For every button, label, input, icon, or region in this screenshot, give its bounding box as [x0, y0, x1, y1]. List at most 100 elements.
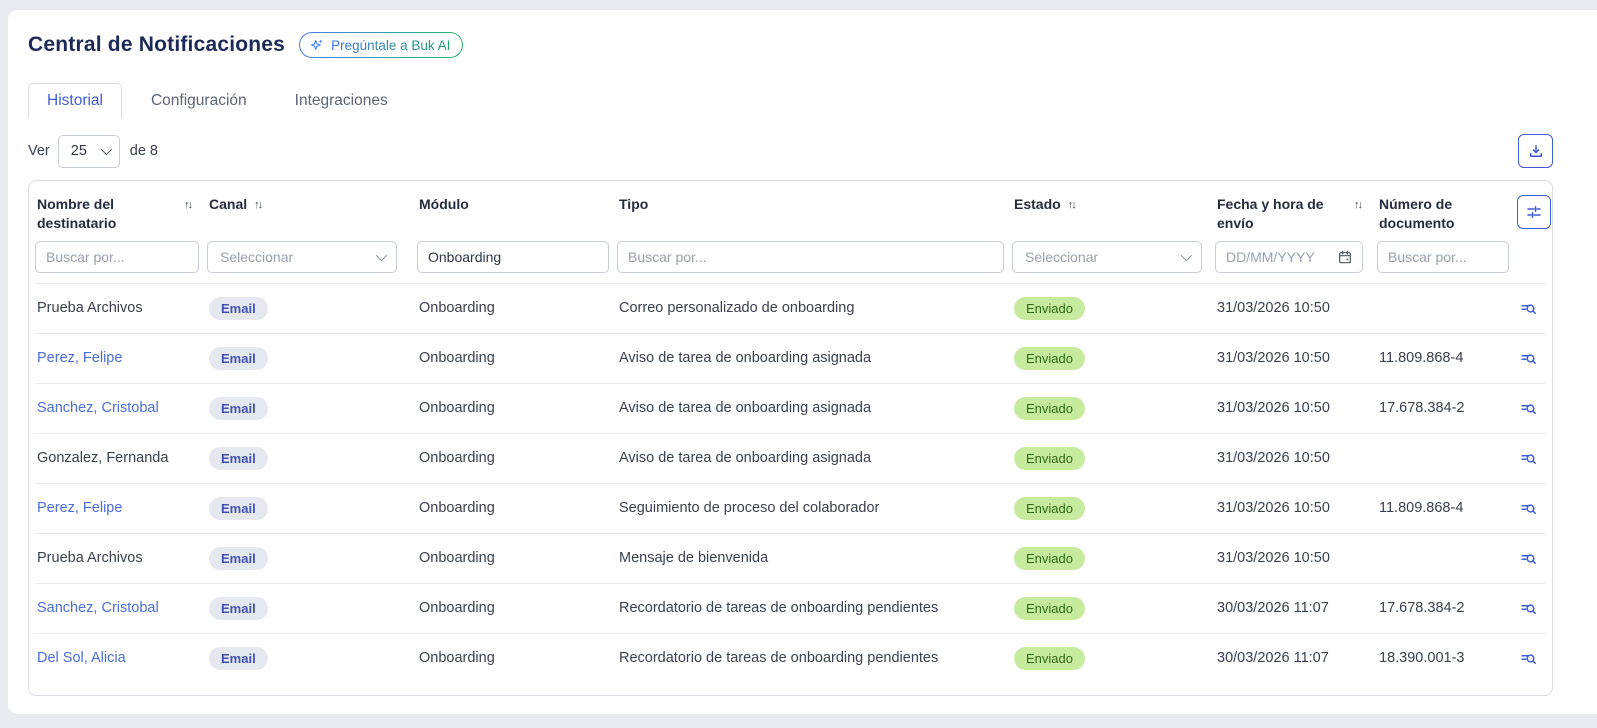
ask-buk-ai-label: Pregúntale a Buk AI [331, 38, 450, 53]
type-cell: Mensaje de bienvenida [617, 546, 1012, 570]
filter-module-input[interactable] [417, 241, 609, 273]
col-header-document: Número de documento [1377, 193, 1517, 233]
table-row: Perez, Felipe Email Onboarding Aviso de … [35, 333, 1546, 383]
status-badge: Enviado [1014, 447, 1085, 470]
filter-document-input[interactable] [1377, 241, 1509, 273]
col-header-datetime: Fecha y hora de envío ↑↓ [1215, 193, 1377, 233]
document-cell: 11.809.868-4 [1377, 346, 1517, 370]
table-body: Prueba Archivos Email Onboarding Correo … [35, 283, 1546, 683]
module-cell: Onboarding [417, 296, 617, 320]
table-row: Gonzalez, Fernanda Email Onboarding Avis… [35, 433, 1546, 483]
tab-integraciones[interactable]: Integraciones [276, 83, 407, 118]
recipient-name-link[interactable]: Del Sol, Alicia [37, 650, 126, 666]
tab-configuracion[interactable]: Configuración [132, 83, 266, 118]
table-filter-row: Seleccionar Seleccionar DD/MM/YYYY [35, 233, 1546, 283]
document-cell: 11.809.868-4 [1377, 496, 1517, 520]
channel-badge: Email [209, 297, 268, 320]
module-cell: Onboarding [417, 546, 617, 570]
status-badge: Enviado [1014, 297, 1085, 320]
channel-badge: Email [209, 547, 268, 570]
list-search-icon[interactable] [1519, 599, 1538, 618]
download-icon [1527, 142, 1545, 160]
status-badge: Enviado [1014, 597, 1085, 620]
channel-badge: Email [209, 647, 268, 670]
type-cell: Aviso de tarea de onboarding asignada [617, 346, 1012, 370]
page-size-value: 25 [71, 143, 87, 159]
filter-name-input[interactable] [35, 241, 199, 273]
module-cell: Onboarding [417, 396, 617, 420]
recipient-name-link[interactable]: Perez, Felipe [37, 350, 122, 366]
recipient-name-link[interactable]: Perez, Felipe [37, 500, 122, 516]
type-cell: Aviso de tarea de onboarding asignada [617, 396, 1012, 420]
channel-badge: Email [209, 397, 268, 420]
datetime-cell: 31/03/2026 10:50 [1215, 296, 1377, 320]
chevron-down-icon [1181, 250, 1192, 261]
table-row: Prueba Archivos Email Onboarding Mensaje… [35, 533, 1546, 583]
datetime-cell: 31/03/2026 10:50 [1215, 446, 1377, 470]
recipient-name-link[interactable]: Sanchez, Cristobal [37, 600, 159, 616]
datetime-cell: 31/03/2026 10:50 [1215, 546, 1377, 570]
module-cell: Onboarding [417, 346, 617, 370]
list-search-icon[interactable] [1519, 499, 1538, 518]
recipient-name-link[interactable]: Prueba Archivos [37, 300, 143, 316]
chevron-down-icon [101, 144, 112, 155]
page-title: Central de Notificaciones [28, 33, 285, 57]
channel-badge: Email [209, 447, 268, 470]
table-row: Prueba Archivos Email Onboarding Correo … [35, 283, 1546, 333]
total-count-label: de 8 [130, 143, 158, 159]
col-header-status: Estado ↑↓ [1012, 193, 1215, 214]
list-search-icon[interactable] [1519, 299, 1538, 318]
document-cell: 17.678.384-2 [1377, 396, 1517, 420]
type-cell: Seguimiento de proceso del colaborador [617, 496, 1012, 520]
list-search-icon[interactable] [1519, 399, 1538, 418]
type-cell: Recordatorio de tareas de onboarding pen… [617, 646, 1012, 670]
document-cell [1377, 554, 1517, 562]
module-cell: Onboarding [417, 646, 617, 670]
table-row: Sanchez, Cristobal Email Onboarding Avis… [35, 383, 1546, 433]
page-size-label: Ver [28, 143, 50, 159]
filter-status-select[interactable]: Seleccionar [1012, 241, 1202, 273]
module-cell: Onboarding [417, 446, 617, 470]
recipient-name-link[interactable]: Prueba Archivos [37, 550, 143, 566]
tab-bar: Historial Configuración Integraciones [28, 80, 1553, 118]
type-cell: Aviso de tarea de onboarding asignada [617, 446, 1012, 470]
column-settings-button[interactable] [1517, 195, 1551, 229]
filter-type-input[interactable] [617, 241, 1004, 273]
channel-badge: Email [209, 597, 268, 620]
filter-date-input[interactable]: DD/MM/YYYY [1215, 241, 1363, 273]
datetime-cell: 31/03/2026 10:50 [1215, 346, 1377, 370]
col-header-module: Módulo [417, 193, 617, 214]
toolbar: Ver 25 de 8 [28, 134, 1553, 168]
module-cell: Onboarding [417, 496, 617, 520]
col-header-channel: Canal ↑↓ [207, 193, 417, 214]
notification-center-card: Central de Notificaciones Pregúntale a B… [8, 10, 1597, 714]
list-search-icon[interactable] [1519, 649, 1538, 668]
channel-badge: Email [209, 347, 268, 370]
filter-channel-select[interactable]: Seleccionar [207, 241, 397, 273]
list-search-icon[interactable] [1519, 549, 1538, 568]
datetime-cell: 30/03/2026 11:07 [1215, 596, 1377, 620]
list-search-icon[interactable] [1519, 349, 1538, 368]
recipient-name-link[interactable]: Gonzalez, Fernanda [37, 450, 168, 466]
chevron-down-icon [376, 250, 387, 261]
datetime-cell: 31/03/2026 10:50 [1215, 396, 1377, 420]
page-size-select[interactable]: 25 [58, 135, 120, 168]
sort-arrows-icon[interactable]: ↑↓ [1354, 198, 1361, 213]
notifications-table: Nombre del destinatario ↑↓ Canal ↑↓ Módu… [28, 180, 1553, 696]
sliders-icon [1525, 203, 1543, 221]
list-search-icon[interactable] [1519, 449, 1538, 468]
sort-arrows-icon[interactable]: ↑↓ [184, 198, 191, 213]
status-badge: Enviado [1014, 347, 1085, 370]
ask-buk-ai-button[interactable]: Pregúntale a Buk AI [299, 32, 463, 58]
status-badge: Enviado [1014, 547, 1085, 570]
sort-arrows-icon[interactable]: ↑↓ [254, 198, 261, 213]
table-row: Perez, Felipe Email Onboarding Seguimien… [35, 483, 1546, 533]
recipient-name-link[interactable]: Sanchez, Cristobal [37, 400, 159, 416]
download-button[interactable] [1518, 134, 1553, 168]
datetime-cell: 31/03/2026 10:50 [1215, 496, 1377, 520]
document-cell: 18.390.001-3 [1377, 646, 1517, 670]
document-cell: 17.678.384-2 [1377, 596, 1517, 620]
sort-arrows-icon[interactable]: ↑↓ [1068, 198, 1075, 213]
calendar-icon [1337, 249, 1353, 265]
tab-historial[interactable]: Historial [28, 83, 122, 118]
